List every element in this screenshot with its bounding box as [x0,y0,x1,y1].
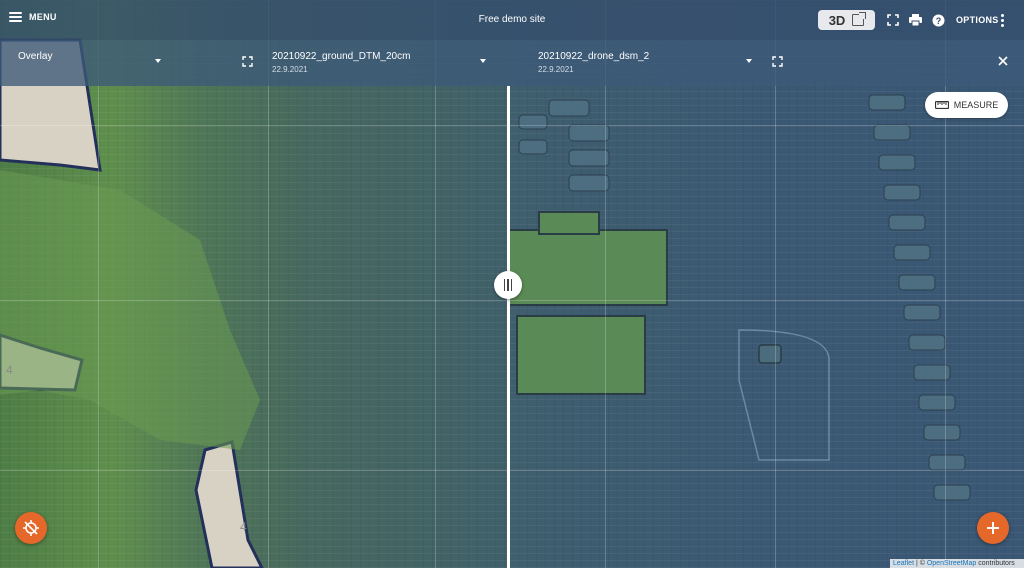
expand-left-button[interactable] [240,54,254,68]
external-link-icon [852,12,867,26]
expand-icon [241,55,253,67]
chevron-down-icon[interactable] [480,59,486,63]
chevron-down-icon[interactable] [746,59,752,63]
plus-icon [987,522,999,534]
car-row-left [518,99,610,192]
expand-icon [771,55,783,67]
chevron-down-icon[interactable] [155,59,161,63]
leaflet-link[interactable]: Leaflet [893,560,914,567]
attribution-separator: | © [914,560,927,567]
expand-right-button[interactable] [770,54,784,68]
left-layer-date: 22.9.2021 [272,65,308,74]
grid-line [0,300,1024,301]
overlay-mode-select[interactable]: Overlay [18,51,52,62]
car-row-right [868,94,971,501]
close-icon [998,56,1008,66]
3d-view-button[interactable]: 3D [818,10,875,30]
layer-bar: Overlay 20210922_ground_DTM_20cm 22.9.20… [0,40,1024,86]
ruler-icon [934,101,949,109]
svg-text:?: ? [935,16,941,26]
road-shape-bottom [194,440,264,568]
measure-label: MEASURE [953,100,999,110]
osm-link[interactable]: OpenStreetMap [927,560,976,567]
building-2 [516,315,646,395]
small-structure [758,344,782,364]
area-label-1: 4 [6,363,13,377]
locate-button[interactable] [15,512,47,544]
split-handle[interactable] [494,271,522,299]
green-terrain-ridge [0,170,260,450]
overlay-label: Overlay [18,51,53,62]
3d-label: 3D [828,12,846,28]
building-1 [509,229,668,306]
vertical-dots-icon[interactable] [1001,14,1004,27]
grid-line [0,470,1024,471]
add-button[interactable] [977,512,1009,544]
print-icon [908,14,922,26]
close-compare-button[interactable] [996,54,1010,68]
split-divider[interactable] [507,86,510,568]
building-1-annex [538,211,600,235]
print-button[interactable] [908,13,922,27]
locate-off-icon [23,520,39,536]
measure-button[interactable]: MEASURE [925,92,1008,118]
right-layer-date: 22.9.2021 [538,65,574,74]
help-icon: ? [932,14,944,26]
fullscreen-button[interactable] [886,13,900,27]
right-layer-select[interactable]: 20210922_drone_dsm_2 22.9.2021 [538,51,649,74]
top-bar: MENU Free demo site 3D ? OPTIONS [0,0,1024,40]
outline-area [738,329,830,461]
fullscreen-icon [887,14,899,26]
grid-line [0,125,1024,126]
help-button[interactable]: ? [931,13,945,27]
area-label-2: 4 [240,520,247,534]
right-layer-name: 20210922_drone_dsm_2 [538,51,650,62]
options-button[interactable]: OPTIONS [956,15,999,25]
attribution-suffix: contributors [976,560,1015,567]
map-attribution: Leaflet | © OpenStreetMap contributors [890,559,1024,568]
left-layer-name: 20210922_ground_DTM_20cm [272,51,411,62]
left-layer-select[interactable]: 20210922_ground_DTM_20cm 22.9.2021 [272,51,410,74]
